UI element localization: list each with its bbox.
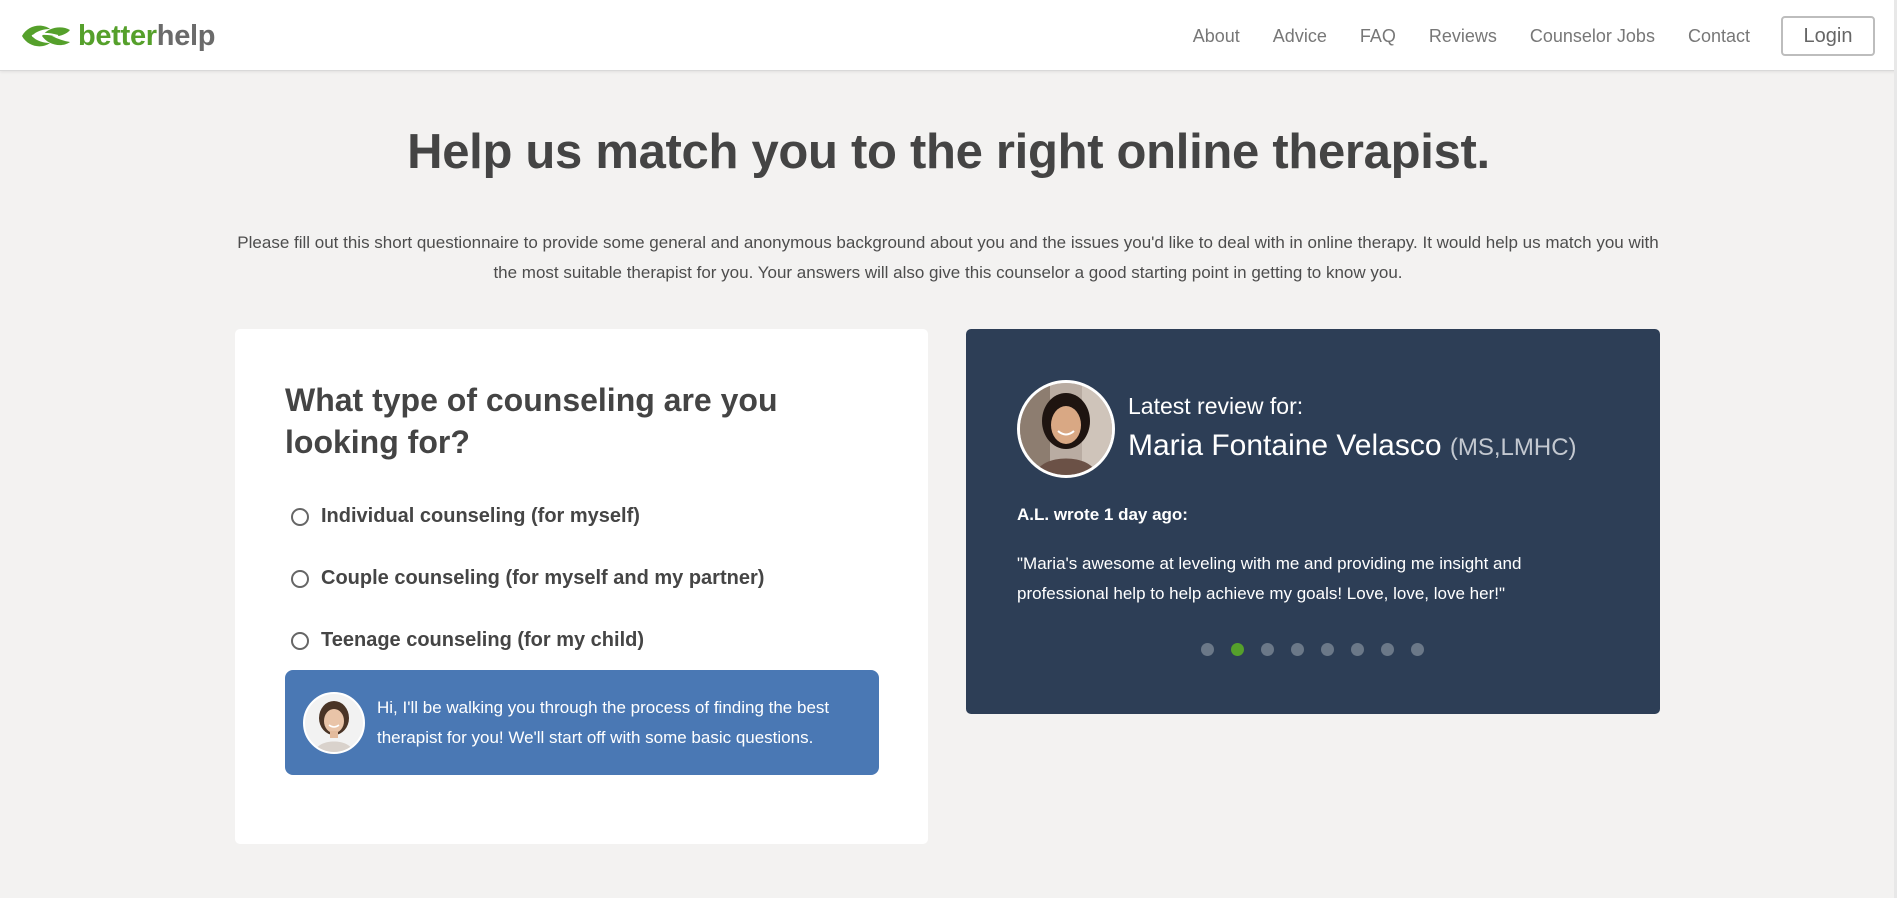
carousel-dot-7[interactable] (1381, 643, 1394, 656)
questionnaire-card: What type of counseling are you looking … (235, 329, 928, 844)
review-carousel-dots (1201, 643, 1441, 656)
nav-link-counselor-jobs[interactable]: Counselor Jobs (1530, 26, 1655, 47)
logo-text: betterhelp (78, 19, 216, 52)
site-header: betterhelp About Advice FAQ Reviews Coun… (0, 0, 1897, 71)
assistant-message-bubble: Hi, I'll be walking you through the proc… (285, 670, 879, 775)
assistant-message-text: Hi, I'll be walking you through the proc… (377, 697, 830, 747)
betterhelp-logo[interactable]: betterhelp (18, 18, 216, 54)
radio-individual[interactable] (291, 507, 309, 526)
option-label: Couple counseling (for myself and my par… (321, 567, 765, 589)
option-individual-counseling[interactable]: Individual counseling (for myself) (291, 505, 640, 528)
carousel-dot-4[interactable] (1291, 643, 1304, 656)
carousel-dot-8[interactable] (1411, 643, 1424, 656)
latest-review-label: Latest review for: (1128, 393, 1304, 419)
nav-link-about[interactable]: About (1193, 26, 1240, 47)
carousel-dot-3[interactable] (1261, 643, 1274, 656)
leaf-logo-icon (22, 25, 70, 47)
therapist-portrait-icon (1020, 383, 1112, 475)
carousel-dot-5[interactable] (1321, 643, 1334, 656)
carousel-dot-1[interactable] (1201, 643, 1214, 656)
option-teenage-counseling[interactable]: Teenage counseling (for my child) (291, 629, 644, 652)
logo-text-help: help (156, 19, 216, 52)
therapist-avatar (1017, 380, 1115, 478)
therapist-name: Maria Fontaine Velasco (1128, 429, 1442, 462)
main-nav: About Advice FAQ Reviews Counselor Jobs … (1160, 16, 1875, 56)
login-button[interactable]: Login (1781, 16, 1875, 56)
carousel-dot-6[interactable] (1351, 643, 1364, 656)
nav-link-faq[interactable]: FAQ (1360, 26, 1396, 47)
nav-link-advice[interactable]: Advice (1273, 26, 1327, 47)
question-title: What type of counseling are you looking … (285, 382, 778, 460)
assistant-avatar (303, 691, 365, 754)
intro-paragraph: Please fill out this short questionnaire… (237, 233, 1659, 282)
nav-link-reviews[interactable]: Reviews (1429, 26, 1497, 47)
review-card: Latest review for: Maria Fontaine Velasc… (966, 329, 1660, 714)
radio-couple[interactable] (291, 569, 309, 588)
carousel-dot-2[interactable] (1231, 643, 1244, 656)
review-quote: "Maria's awesome at leveling with me and… (1017, 554, 1522, 603)
page-title: Help us match you to the right online th… (407, 125, 1490, 179)
therapist-name-line: Maria Fontaine Velasco (MS,LMHC) (1128, 429, 1577, 463)
logo-text-better: better (78, 19, 157, 52)
option-label: Individual counseling (for myself) (321, 505, 640, 527)
review-author: A.L. wrote 1 day ago: (1017, 505, 1188, 524)
radio-teenage[interactable] (291, 631, 309, 650)
therapist-credentials: (MS,LMHC) (1449, 434, 1577, 461)
assistant-portrait-icon (305, 693, 363, 752)
option-label: Teenage counseling (for my child) (321, 629, 645, 651)
nav-link-contact[interactable]: Contact (1688, 26, 1750, 47)
option-couple-counseling[interactable]: Couple counseling (for myself and my par… (291, 567, 764, 590)
